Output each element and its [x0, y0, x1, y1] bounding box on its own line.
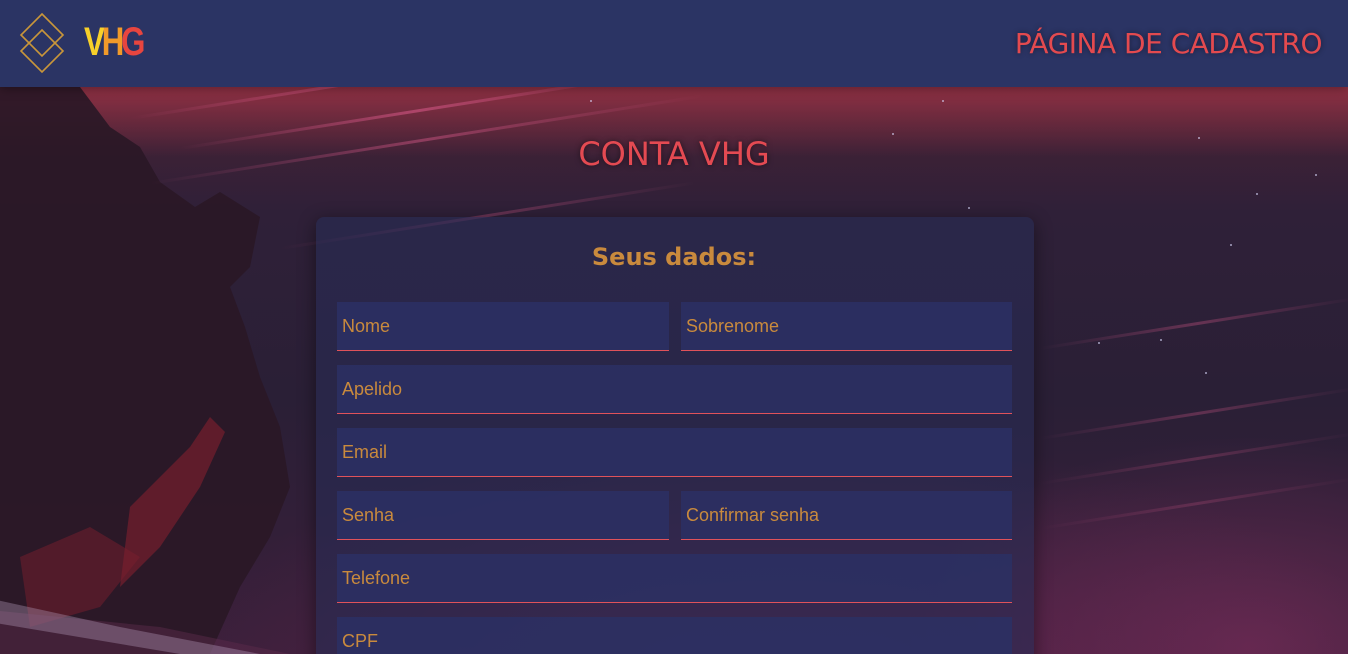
- cpf-input[interactable]: [337, 617, 1012, 654]
- logo-letter-v: V: [84, 20, 105, 64]
- top-header: VHG PÁGINA DE CADASTRO: [0, 0, 1348, 87]
- sobrenome-field-wrapper: [681, 302, 1012, 351]
- double-diamond-icon[interactable]: [17, 12, 67, 74]
- nome-input[interactable]: [337, 302, 669, 350]
- senha-input[interactable]: [337, 491, 669, 539]
- telefone-field-wrapper: [337, 554, 1012, 603]
- confirmar-senha-input[interactable]: [681, 491, 1012, 539]
- page-heading: PÁGINA DE CADASTRO: [1014, 27, 1323, 60]
- vhg-logo[interactable]: VHG: [84, 20, 145, 64]
- account-title: CONTA VHG: [578, 135, 770, 173]
- cpf-field-wrapper: [337, 617, 1012, 654]
- confirmar-senha-field-wrapper: [681, 491, 1012, 540]
- email-input[interactable]: [337, 428, 1012, 476]
- apelido-field-wrapper: [337, 365, 1012, 414]
- apelido-input[interactable]: [337, 365, 1012, 413]
- senha-field-wrapper: [337, 491, 669, 540]
- logo-letter-g: G: [121, 20, 145, 64]
- nome-field-wrapper: [337, 302, 669, 351]
- sobrenome-input[interactable]: [681, 302, 1012, 350]
- telefone-input[interactable]: [337, 554, 1012, 602]
- card-title: Seus dados:: [591, 243, 757, 271]
- email-field-wrapper: [337, 428, 1012, 477]
- logo-letter-h: H: [101, 20, 125, 64]
